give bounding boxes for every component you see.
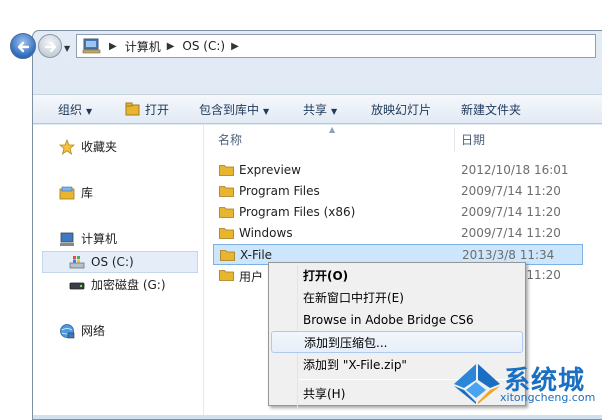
file-name: Program Files bbox=[239, 184, 320, 198]
computer-icon bbox=[60, 232, 74, 246]
nav-network[interactable]: 网络 bbox=[59, 320, 105, 342]
menu-item-open-new-window[interactable]: 在新窗口中打开(E) bbox=[271, 287, 523, 309]
dropdown-arrow-icon: ▼ bbox=[86, 107, 93, 116]
forward-arrow-icon bbox=[44, 41, 57, 53]
nav-drive-c[interactable]: OS (C:) bbox=[69, 251, 134, 273]
folder-icon bbox=[219, 165, 234, 176]
column-header-name[interactable]: 名称 bbox=[218, 128, 242, 152]
breadcrumb-computer[interactable]: 计算机 bbox=[125, 38, 161, 55]
file-date: 2013/3/8 11:34 bbox=[462, 248, 555, 262]
star-icon bbox=[59, 139, 75, 155]
file-name: 用户 bbox=[239, 270, 264, 284]
command-bar: 组织 ▼ 打开 包含到库中 ▼ 共享 ▼ 放映幻灯片 新建文件夹 bbox=[33, 94, 602, 124]
folder-icon bbox=[219, 207, 234, 218]
address-bar[interactable]: ▶ 计算机 ▶ OS (C:) ▶ bbox=[76, 34, 596, 58]
network-icon bbox=[60, 324, 75, 339]
folder-icon bbox=[219, 186, 234, 197]
breadcrumb-separator-icon[interactable]: ▶ bbox=[231, 41, 239, 52]
column-header-date[interactable]: 日期 bbox=[461, 128, 485, 152]
back-arrow-icon bbox=[17, 41, 30, 53]
folder-icon bbox=[219, 270, 234, 281]
sort-ascending-icon: ▲ bbox=[329, 125, 336, 134]
computer-icon bbox=[82, 38, 101, 54]
watermark-url: xitongcheng.com bbox=[500, 391, 596, 404]
menu-item-browse-bridge[interactable]: Browse in Adobe Bridge CS6 bbox=[271, 309, 523, 331]
slideshow-button[interactable]: 放映幻灯片 bbox=[371, 95, 431, 125]
recent-pages-chevron-icon[interactable]: ▼ bbox=[64, 44, 70, 53]
new-folder-button[interactable]: 新建文件夹 bbox=[461, 95, 521, 125]
file-row[interactable]: Expreview 2012/10/18 16:01 bbox=[213, 160, 583, 181]
forward-button[interactable] bbox=[38, 34, 62, 58]
breadcrumb-drive-c[interactable]: OS (C:) bbox=[182, 39, 225, 53]
include-in-library-button[interactable]: 包含到库中 ▼ bbox=[199, 95, 269, 125]
file-row[interactable]: Windows 2009/7/14 11:20 bbox=[213, 223, 583, 244]
share-with-button[interactable]: 共享 ▼ bbox=[303, 95, 337, 125]
organize-button[interactable]: 组织 ▼ bbox=[58, 95, 92, 125]
back-button[interactable] bbox=[10, 33, 36, 59]
breadcrumb-separator-icon[interactable]: ▶ bbox=[167, 41, 175, 52]
nav-computer[interactable]: 计算机 bbox=[59, 228, 117, 250]
file-name: X-File bbox=[240, 248, 273, 262]
file-date: 2009/7/14 11:20 bbox=[461, 226, 561, 240]
menu-item-open[interactable]: 打开(O) bbox=[271, 265, 523, 287]
library-icon bbox=[59, 186, 75, 200]
dropdown-arrow-icon: ▼ bbox=[331, 107, 338, 116]
watermark-logo-icon bbox=[454, 364, 500, 404]
file-date: 2012/10/18 16:01 bbox=[461, 163, 569, 177]
file-name: Windows bbox=[239, 226, 293, 240]
nav-favorites[interactable]: 收藏夹 bbox=[59, 136, 117, 158]
open-icon bbox=[125, 102, 140, 116]
file-name: Program Files (x86) bbox=[239, 205, 356, 219]
file-row[interactable]: Program Files (x86) 2009/7/14 11:20 bbox=[213, 202, 583, 223]
nav-libraries[interactable]: 库 bbox=[59, 182, 93, 204]
menu-item-add-archive[interactable]: 添加到压缩包... bbox=[271, 331, 523, 353]
nav-drive-g[interactable]: 加密磁盘 (G:) bbox=[69, 274, 166, 296]
column-divider[interactable] bbox=[454, 128, 455, 152]
file-date: 2009/7/14 11:20 bbox=[461, 184, 561, 198]
watermark: 系统城 xitongcheng.com bbox=[452, 360, 600, 406]
disk-drive-icon bbox=[69, 282, 85, 290]
breadcrumb-separator-icon[interactable]: ▶ bbox=[109, 41, 117, 52]
dropdown-arrow-icon: ▼ bbox=[263, 107, 270, 116]
file-name: Expreview bbox=[239, 163, 301, 177]
open-button[interactable]: 打开 bbox=[125, 95, 169, 125]
folder-icon bbox=[219, 228, 234, 239]
file-date: 2009/7/14 11:20 bbox=[461, 205, 561, 219]
windows-drive-icon bbox=[69, 256, 85, 269]
folder-icon bbox=[220, 250, 235, 261]
file-row[interactable]: Program Files 2009/7/14 11:20 bbox=[213, 181, 583, 202]
